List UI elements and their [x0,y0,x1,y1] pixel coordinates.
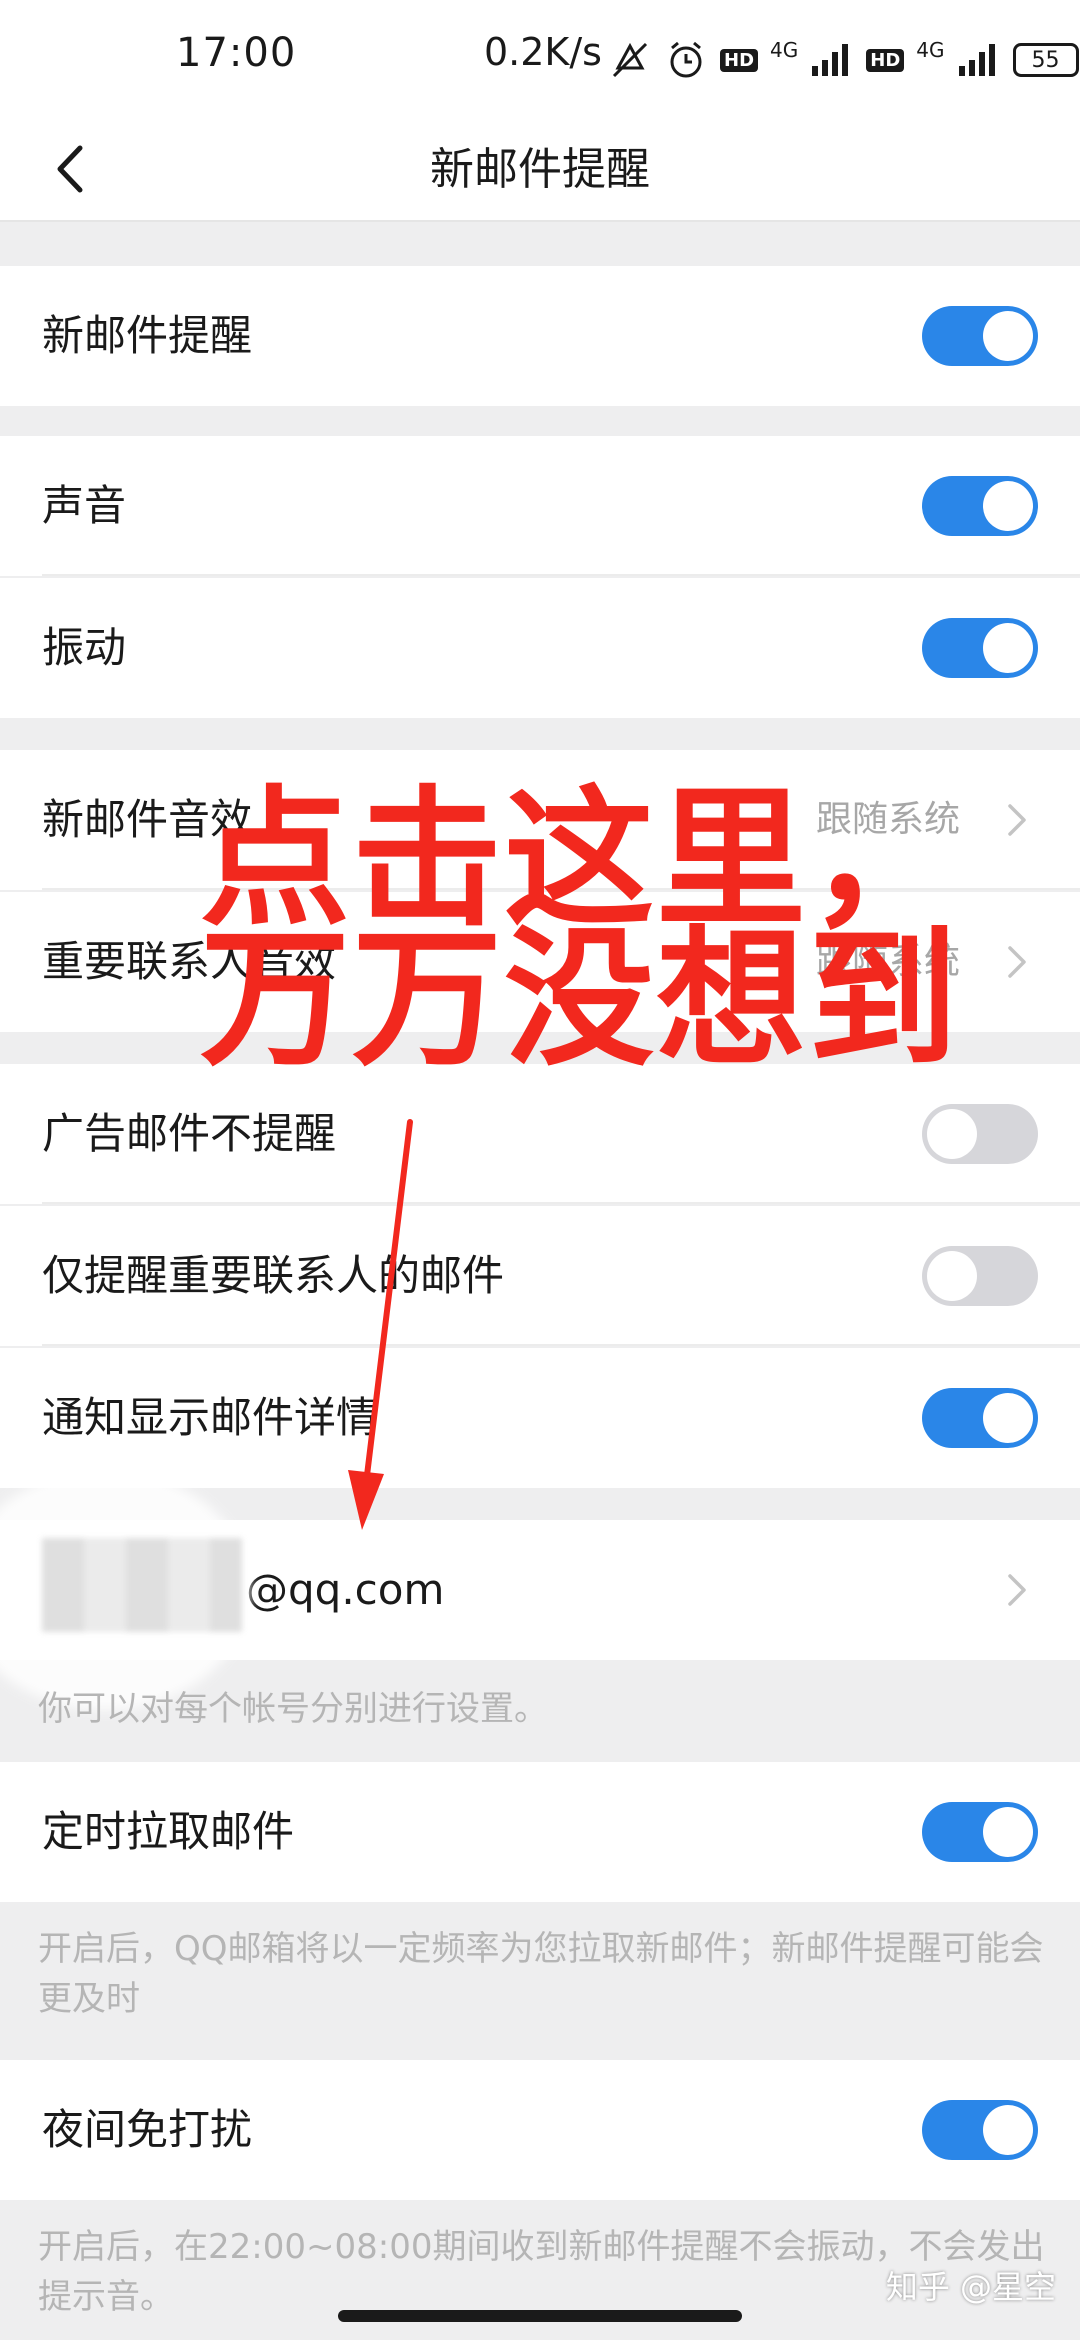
home-indicator[interactable] [338,2310,742,2322]
annotation-arrow [348,1119,413,1530]
watermark: 知乎 @星空 [885,2268,1056,2306]
